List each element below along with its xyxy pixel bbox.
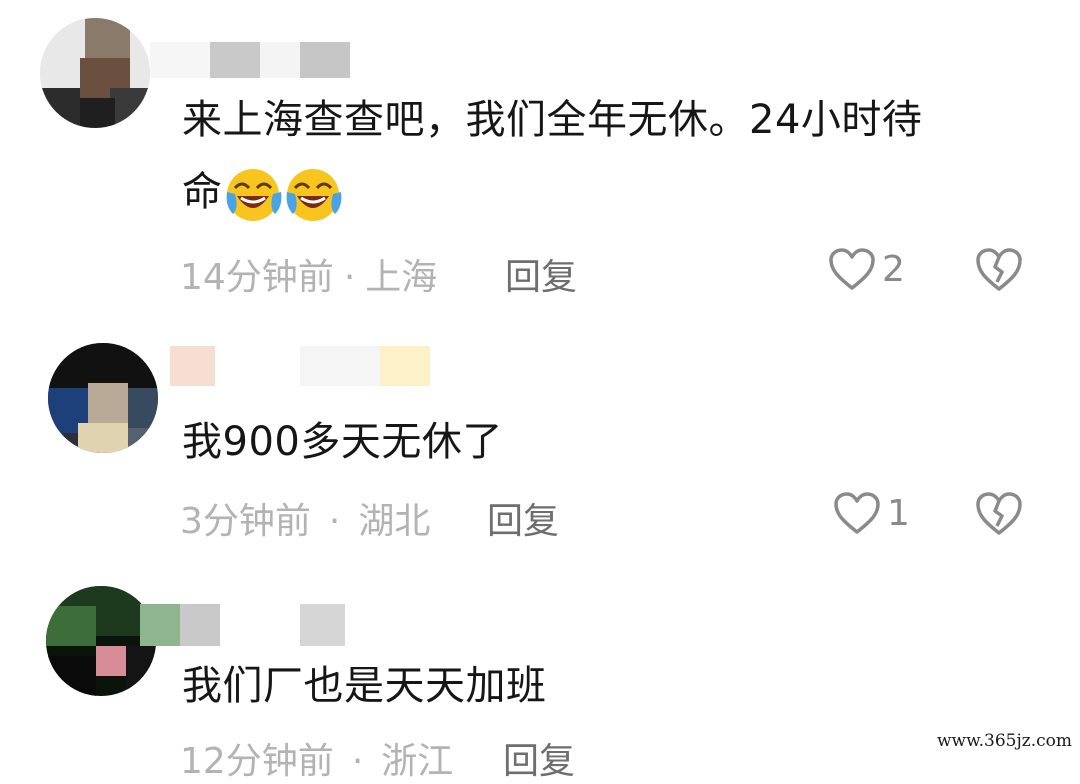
like-button[interactable]: 1 [833,491,910,535]
watermark: www.365jz.com [937,731,1072,751]
heart-outline-icon [834,492,880,534]
comment-location: 湖北 [358,501,431,542]
comment-location: 浙江 [381,741,454,782]
reply-button[interactable]: 回复 [505,248,577,300]
comment-time: 14分钟前 [180,257,334,298]
comment-time: 3分钟前 [180,501,311,542]
reply-button[interactable]: 回复 [503,732,575,784]
comment-meta: 12分钟前 · 浙江 [180,732,453,784]
meta-separator: · [343,257,356,298]
broken-heart-icon[interactable] [974,246,1024,292]
comment-text: 我900多天无休了 [182,419,503,465]
meta-separator: · [328,501,341,542]
broken-heart-icon[interactable] [974,490,1024,536]
avatar[interactable] [40,18,150,128]
reply-button[interactable]: 回复 [487,492,559,544]
comment-meta: 3分钟前 · 湖北 [180,492,430,544]
comment-text: 来上海查查吧，我们全年无休。24小时待 命 [182,84,1022,228]
comment-location: 上海 [365,257,438,298]
laughing-crying-emoji-icon [226,169,281,221]
heart-outline-icon [829,248,875,290]
like-count: 2 [882,248,905,290]
comment-text: 我们厂也是天天加班 [182,663,547,709]
avatar[interactable] [48,343,158,453]
meta-separator: · [351,741,364,782]
like-count: 1 [887,492,910,534]
comment-time: 12分钟前 [180,741,334,782]
username-mosaic [150,42,350,78]
username-mosaic [170,346,430,386]
like-button[interactable]: 2 [828,247,905,291]
username-mosaic [140,604,345,646]
comment-meta: 14分钟前 · 上海 [180,248,437,300]
laughing-crying-emoji-icon [286,169,341,221]
